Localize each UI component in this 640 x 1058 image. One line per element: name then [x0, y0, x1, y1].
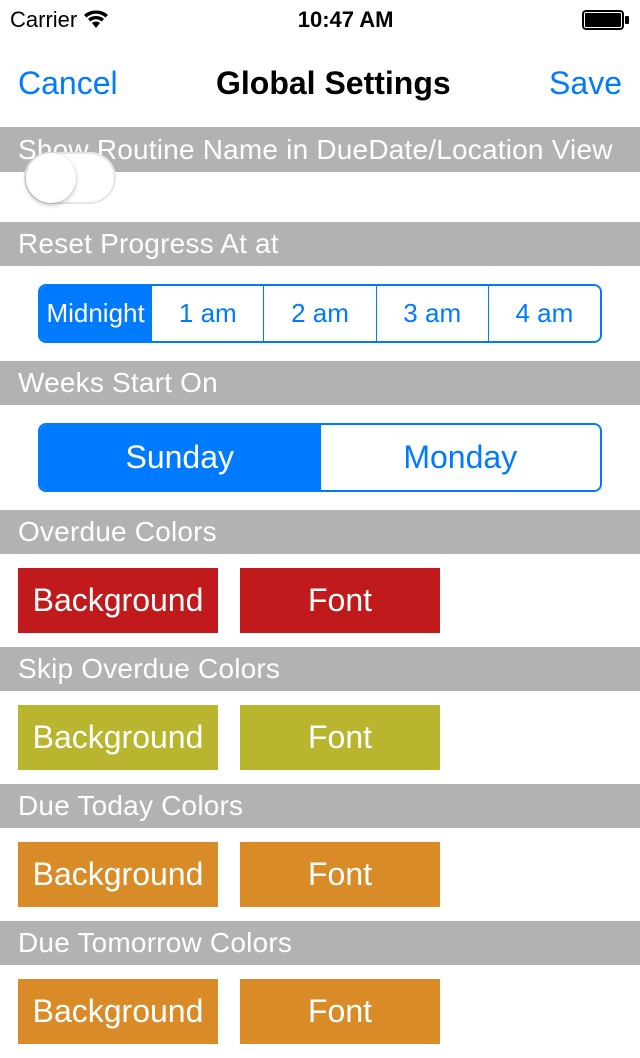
cancel-button[interactable]: Cancel [18, 65, 118, 102]
due-tomorrow-font-button[interactable]: Font [240, 979, 440, 1044]
segment-2am[interactable]: 2 am [264, 286, 376, 341]
section-overdue-colors: Overdue Colors [0, 510, 640, 554]
wifi-icon [83, 10, 109, 30]
carrier-label: Carrier [10, 7, 77, 33]
reset-progress-segmented: Midnight 1 am 2 am 3 am 4 am [38, 284, 602, 343]
toggle-knob [26, 153, 76, 203]
due-today-colors-row: Background Font [0, 828, 640, 921]
section-due-today-colors: Due Today Colors [0, 784, 640, 828]
status-bar: Carrier 10:47 AM [0, 0, 640, 40]
reset-progress-row: Midnight 1 am 2 am 3 am 4 am [0, 266, 640, 361]
battery-icon [582, 10, 630, 30]
show-routine-toggle[interactable] [24, 152, 116, 204]
status-left: Carrier [10, 7, 109, 33]
skip-overdue-background-button[interactable]: Background [18, 705, 218, 770]
save-button[interactable]: Save [549, 65, 622, 102]
overdue-colors-row: Background Font [0, 554, 640, 647]
segment-1am[interactable]: 1 am [152, 286, 264, 341]
due-tomorrow-background-button[interactable]: Background [18, 979, 218, 1044]
section-weeks-start: Weeks Start On [0, 361, 640, 405]
due-tomorrow-colors-row: Background Font [0, 965, 640, 1058]
overdue-background-button[interactable]: Background [18, 568, 218, 633]
skip-overdue-colors-row: Background Font [0, 691, 640, 784]
section-due-tomorrow-colors: Due Tomorrow Colors [0, 921, 640, 965]
segment-midnight[interactable]: Midnight [40, 286, 152, 341]
status-time: 10:47 AM [298, 7, 394, 33]
weeks-start-segmented: Sunday Monday [38, 423, 602, 492]
status-right [582, 10, 630, 30]
segment-3am[interactable]: 3 am [377, 286, 489, 341]
segment-4am[interactable]: 4 am [489, 286, 600, 341]
due-today-background-button[interactable]: Background [18, 842, 218, 907]
section-skip-overdue-colors: Skip Overdue Colors [0, 647, 640, 691]
nav-bar: Cancel Global Settings Save [0, 40, 640, 128]
skip-overdue-font-button[interactable]: Font [240, 705, 440, 770]
segment-monday[interactable]: Monday [321, 425, 601, 490]
page-title: Global Settings [216, 65, 451, 102]
segment-sunday[interactable]: Sunday [40, 425, 321, 490]
toggle-row [0, 172, 640, 222]
due-today-font-button[interactable]: Font [240, 842, 440, 907]
weeks-start-row: Sunday Monday [0, 405, 640, 510]
section-reset-progress: Reset Progress At at [0, 222, 640, 266]
overdue-font-button[interactable]: Font [240, 568, 440, 633]
